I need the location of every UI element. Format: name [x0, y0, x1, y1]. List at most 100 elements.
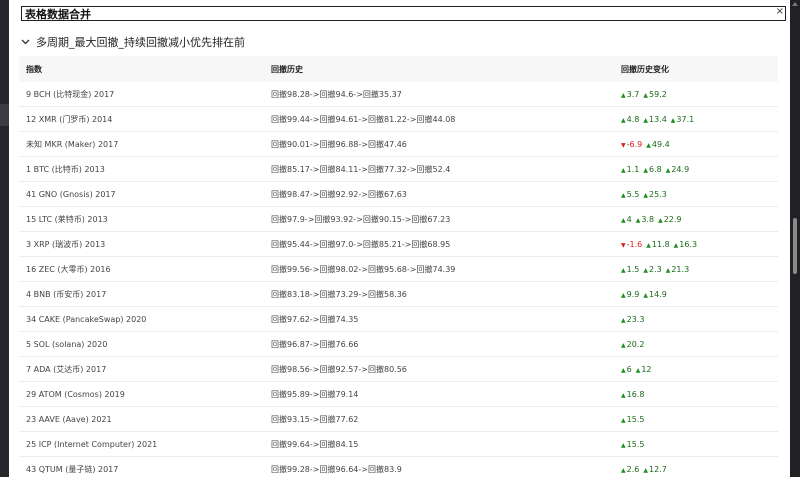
- table-row[interactable]: 43 QTUM (量子链) 2017 回撤99.28->回撤96.64->回撤83…: [19, 457, 778, 477]
- table-row[interactable]: 23 AAVE (Aave) 2021 回撤93.15->回撤77.62 ▲15.5: [19, 407, 778, 432]
- change-value: ▲9.9: [621, 290, 639, 299]
- change-value: ▲4.8: [621, 115, 639, 124]
- change-value: ▲13.4: [643, 115, 666, 124]
- change-value: ▲20.2: [621, 340, 644, 349]
- triangle-down-icon: ▼: [621, 141, 626, 149]
- change-value: ▲15.5: [621, 440, 644, 449]
- cell-index: 1 BTC (比特币) 2013: [26, 164, 105, 174]
- cell-change: ▲15.5: [614, 440, 778, 449]
- change-number: 16.8: [626, 389, 645, 399]
- change-value: ▲37.1: [671, 115, 694, 124]
- table-row[interactable]: 16 ZEC (大零币) 2016 回撤99.56->回撤98.02->回撤95.…: [19, 257, 778, 282]
- cell-history: 回撤85.17->回撤84.11->回撤77.32->回撤52.4: [271, 164, 451, 174]
- table-row[interactable]: 7 ADA (艾达币) 2017 回撤98.56->回撤92.57->回撤80.5…: [19, 357, 778, 382]
- table-row[interactable]: 29 ATOM (Cosmos) 2019 回撤95.89->回撤79.14 ▲16…: [19, 382, 778, 407]
- change-value: ▲15.5: [621, 415, 644, 424]
- cell-history: 回撤83.18->回撤73.29->回撤58.36: [271, 289, 407, 299]
- column-header-index[interactable]: 指数: [19, 64, 264, 75]
- cell-history: 回撤98.28->回撤94.6->回撤35.37: [271, 89, 402, 99]
- cell-index: 23 AAVE (Aave) 2021: [26, 414, 112, 424]
- triangle-up-icon: ▲: [621, 391, 626, 399]
- change-value: ▲2.6: [621, 465, 639, 474]
- column-header-change[interactable]: 回撤历史变化: [614, 64, 778, 75]
- section-header[interactable]: 多周期_最大回撤_持续回撤减小优先排在前: [21, 34, 245, 50]
- cell-history: 回撤98.47->回撤92.92->回撤67.63: [271, 189, 407, 199]
- table-header: 指数 回撤历史 回撤历史变化: [19, 56, 778, 82]
- table-row[interactable]: 12 XMR (门罗币) 2014 回撤99.44->回撤94.61->回撤81.…: [19, 107, 778, 132]
- table-row[interactable]: 未知 MKR (Maker) 2017 回撤90.01->回撤96.88->回撤4…: [19, 132, 778, 157]
- cell-index: 34 CAKE (PancakeSwap) 2020: [26, 314, 147, 324]
- table-row[interactable]: 1 BTC (比特币) 2013 回撤85.17->回撤84.11->回撤77.3…: [19, 157, 778, 182]
- table-row[interactable]: 3 XRP (瑞波币) 2013 回撤95.44->回撤97.0->回撤85.21…: [19, 232, 778, 257]
- table-row[interactable]: 4 BNB (币安币) 2017 回撤83.18->回撤73.29->回撤58.3…: [19, 282, 778, 307]
- change-number: 20.2: [626, 339, 645, 349]
- change-number: -1.6: [626, 239, 643, 249]
- triangle-up-icon: ▲: [621, 266, 626, 274]
- triangle-up-icon: ▲: [635, 216, 641, 224]
- triangle-up-icon: ▲: [621, 341, 626, 349]
- change-value: ▲24.9: [666, 165, 689, 174]
- table-row[interactable]: 41 GNO (Gnosis) 2017 回撤98.47->回撤92.92->回撤…: [19, 182, 778, 207]
- table-row[interactable]: 15 LTC (莱特币) 2013 回撤97.9->回撤93.92->回撤90.1…: [19, 207, 778, 232]
- change-number: 9.9: [626, 289, 640, 299]
- change-number: 12.7: [648, 464, 667, 474]
- change-number: 6.8: [648, 164, 662, 174]
- change-number: 1.1: [626, 164, 640, 174]
- cell-change: ▲5.5 ▲25.3: [614, 190, 778, 199]
- chevron-down-icon[interactable]: [21, 37, 30, 48]
- triangle-up-icon: ▲: [643, 91, 648, 99]
- change-value: ▲6: [621, 365, 632, 374]
- change-value: ▲11.8: [646, 240, 669, 249]
- cell-change: ▲23.3: [614, 315, 778, 324]
- change-value: ▲23.3: [621, 315, 644, 324]
- scrollbar-thumb[interactable]: [793, 218, 797, 274]
- triangle-up-icon: ▲: [643, 291, 648, 299]
- triangle-up-icon: ▲: [646, 241, 651, 249]
- table-row[interactable]: 25 ICP (Internet Computer) 2021 回撤99.64->…: [19, 432, 778, 457]
- column-header-history[interactable]: 回撤历史: [264, 64, 614, 75]
- cell-index: 15 LTC (莱特币) 2013: [26, 214, 108, 224]
- cell-change: ▲2.6 ▲12.7: [614, 465, 778, 474]
- change-number: 4.8: [626, 114, 640, 124]
- change-value: ▲3.7: [621, 90, 639, 99]
- cell-history: 回撤93.15->回撤77.62: [271, 414, 359, 424]
- table-row[interactable]: 9 BCH (比特现金) 2017 回撤98.28->回撤94.6->回撤35.3…: [19, 82, 778, 107]
- cell-change: ▲9.9 ▲14.9: [614, 290, 778, 299]
- triangle-up-icon: ▲: [643, 191, 648, 199]
- change-value: ▲22.9: [658, 215, 681, 224]
- change-value: ▲14.9: [643, 290, 666, 299]
- triangle-up-icon: ▲: [665, 166, 671, 174]
- change-number: 3.8: [641, 214, 655, 224]
- table-row[interactable]: 34 CAKE (PancakeSwap) 2020 回撤97.62->回撤74.…: [19, 307, 778, 332]
- cell-change: ▼-6.9 ▲49.4: [614, 140, 778, 149]
- cell-history: 回撤95.44->回撤97.0->回撤85.21->回撤68.95: [271, 239, 451, 249]
- change-number: 5.5: [626, 189, 640, 199]
- table-body: 9 BCH (比特现金) 2017 回撤98.28->回撤94.6->回撤35.3…: [19, 82, 778, 477]
- table-row[interactable]: 5 SOL (solana) 2020 回撤96.87->回撤76.66 ▲20.2: [19, 332, 778, 357]
- cell-change: ▲16.8: [614, 390, 778, 399]
- cell-history: 回撤97.62->回撤74.35: [271, 314, 359, 324]
- cell-change: ▲4.8 ▲13.4 ▲37.1: [614, 115, 778, 124]
- cell-change: ▲20.2: [614, 340, 778, 349]
- change-number: 14.9: [648, 289, 667, 299]
- cell-index: 9 BCH (比特现金) 2017: [26, 89, 115, 99]
- triangle-up-icon: ▲: [670, 116, 676, 124]
- section-title: 多周期_最大回撤_持续回撤减小优先排在前: [36, 36, 245, 49]
- triangle-up-icon: ▲: [658, 216, 663, 224]
- close-icon[interactable]: ×: [776, 6, 784, 17]
- triangle-up-icon: ▲: [621, 216, 626, 224]
- change-value: ▼-6.9: [621, 140, 642, 149]
- cell-index: 4 BNB (币安币) 2017: [26, 289, 107, 299]
- vertical-scrollbar[interactable]: [790, 0, 800, 477]
- panel-title-bar: 表格数据合并 ×: [21, 6, 786, 21]
- triangle-up-icon: ▲: [643, 466, 648, 474]
- cell-history: 回撤97.9->回撤93.92->回撤90.15->回撤67.23: [271, 214, 451, 224]
- change-value: ▲1.1: [621, 165, 639, 174]
- cell-history: 回撤99.64->回撤84.15: [271, 439, 359, 449]
- panel-title: 表格数据合并: [25, 7, 91, 21]
- change-number: 3.7: [626, 89, 640, 99]
- triangle-up-icon: ▲: [621, 116, 626, 124]
- scroll-up-icon[interactable]: [792, 2, 798, 6]
- left-sidebar-strip: [0, 0, 9, 477]
- change-value: ▲1.5: [621, 265, 639, 274]
